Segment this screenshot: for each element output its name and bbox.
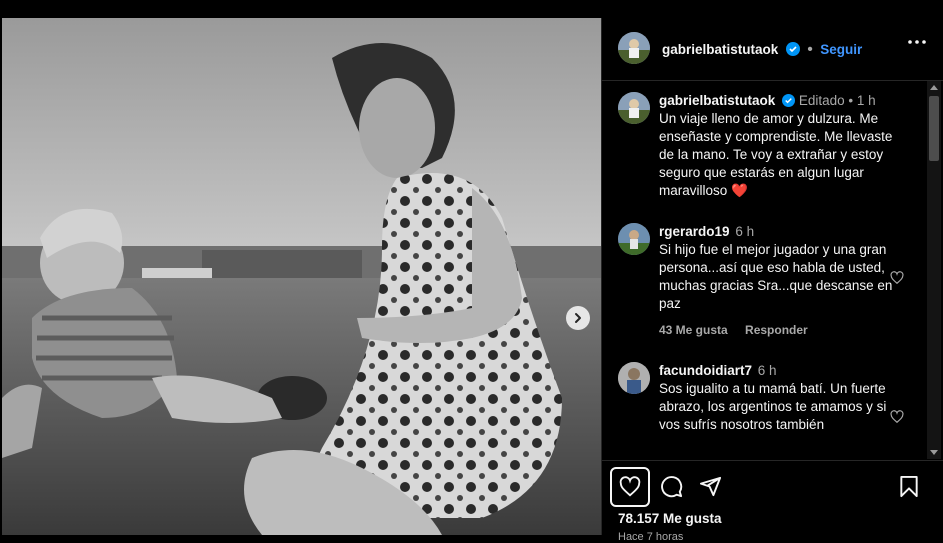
caption-username[interactable]: gabrielbatistutaok: [659, 93, 775, 108]
comment-username[interactable]: facundoidiart7: [659, 363, 752, 378]
author-username[interactable]: gabrielbatistutaok: [662, 42, 778, 57]
caption-avatar-image: [618, 92, 650, 124]
heart-outline-icon: [619, 476, 641, 497]
comment-username[interactable]: rgerardo19: [659, 224, 730, 239]
post-header: gabrielbatistutaok • Seguir: [602, 18, 943, 81]
follow-button[interactable]: Seguir: [820, 42, 862, 57]
comment-time[interactable]: 6 h: [758, 363, 777, 378]
like-button[interactable]: [610, 467, 650, 507]
post-time[interactable]: Hace 7 horas: [618, 531, 683, 543]
post-photo[interactable]: [2, 18, 601, 535]
verified-badge-icon: [785, 42, 800, 56]
verified-badge-icon: [782, 94, 796, 107]
comment-text-block: facundoidiart7 6 h Sos igualito a tu mam…: [659, 362, 909, 434]
comment-text-block: rgerardo19 6 h Si hijo fue el mejor juga…: [659, 223, 909, 313]
heart-outline-icon[interactable]: [890, 271, 904, 285]
comment-avatar-image: [618, 223, 650, 255]
next-photo-button[interactable]: [566, 306, 590, 330]
more-horizontal-icon[interactable]: [908, 40, 926, 44]
heart-outline-icon[interactable]: [890, 410, 904, 424]
author-avatar[interactable]: [618, 32, 650, 64]
scroll-up-arrow-icon[interactable]: [930, 85, 938, 90]
comment-body: Si hijo fue el mejor jugador y una gran …: [659, 242, 893, 311]
red-heart-emoji: ❤️: [731, 183, 748, 198]
comment-icon[interactable]: [660, 475, 683, 498]
caption-time[interactable]: 1 h: [857, 93, 876, 108]
comment-avatar[interactable]: [618, 362, 650, 394]
like-count[interactable]: 78.157 Me gusta: [618, 511, 722, 526]
post-actions: 78.157 Me gusta Hace 7 horas: [602, 460, 943, 543]
scrollbar-thumb[interactable]: [929, 96, 939, 161]
reply-button[interactable]: Responder: [745, 323, 808, 337]
header-separator: •: [807, 41, 813, 58]
save-bookmark-icon[interactable]: [898, 475, 920, 498]
edited-label: Editado: [798, 93, 845, 108]
scroll-down-arrow-icon[interactable]: [930, 450, 938, 455]
post-side-panel: gabrielbatistutaok • Seguir gabrielbatis…: [601, 18, 943, 543]
comment-time[interactable]: 6 h: [735, 224, 754, 239]
comments-scrollbar[interactable]: [927, 81, 941, 459]
comment-actions: 43 Me gusta Responder: [659, 323, 822, 337]
comment-body: Sos igualito a tu mamá batí. Un fuerte a…: [659, 381, 887, 432]
share-icon[interactable]: [699, 475, 722, 498]
post-photo-image: [2, 18, 601, 535]
comments-list[interactable]: gabrielbatistutaok Editado • 1 h Un viaj…: [602, 81, 943, 459]
comment-avatar-image: [618, 362, 650, 394]
caption-separator: •: [848, 93, 854, 108]
comment-avatar[interactable]: [618, 223, 650, 255]
caption-avatar[interactable]: [618, 92, 650, 124]
comment-like-count[interactable]: 43 Me gusta: [659, 323, 728, 337]
caption-text-block: gabrielbatistutaok Editado • 1 h Un viaj…: [659, 92, 909, 200]
chevron-right-icon: [575, 313, 581, 323]
caption-body: Un viaje lleno de amor y dulzura. Me ens…: [659, 111, 893, 198]
author-avatar-image: [618, 32, 650, 64]
